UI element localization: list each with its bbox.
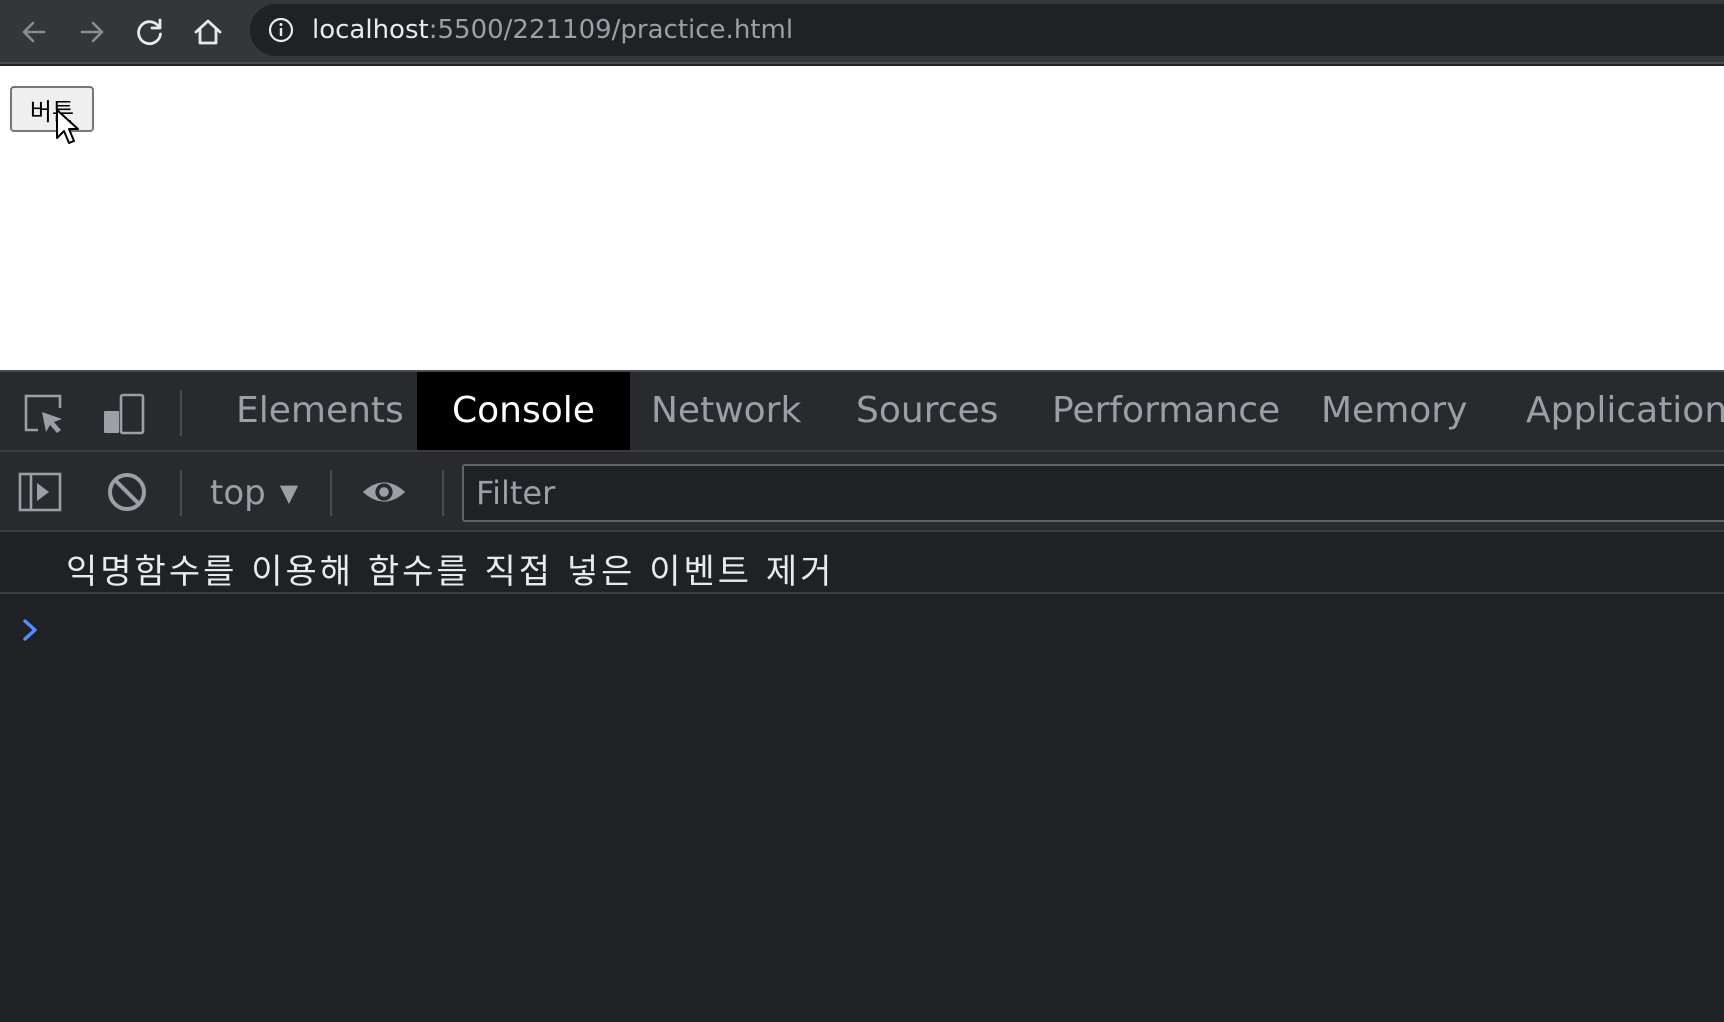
forward-button[interactable] — [70, 12, 114, 52]
device-toolbar-button[interactable] — [100, 392, 148, 436]
address-bar[interactable]: localhost:5500/221109/practice.html — [250, 4, 1724, 56]
browser-toolbar: localhost:5500/221109/practice.html — [0, 0, 1724, 64]
tab-application[interactable]: Application — [1491, 372, 1724, 450]
context-selector[interactable]: top ▼ — [210, 470, 298, 516]
back-arrow-icon — [22, 21, 46, 43]
inspect-element-icon — [24, 394, 62, 433]
home-button[interactable] — [186, 12, 230, 52]
clear-console-icon — [108, 473, 146, 511]
live-expression-button[interactable] — [360, 470, 408, 514]
devtools-panel: Elements Console Network Sources Perform… — [0, 370, 1724, 1022]
mouse-cursor-icon — [56, 109, 79, 144]
home-icon — [194, 19, 222, 45]
reload-button[interactable] — [128, 12, 172, 52]
inspect-element-button[interactable] — [20, 392, 68, 436]
console-filter-input[interactable] — [462, 464, 1724, 522]
tab-sources[interactable]: Sources — [821, 372, 1033, 450]
console-prompt-icon[interactable] — [20, 615, 42, 645]
context-label: top — [210, 473, 266, 513]
reload-icon — [137, 18, 162, 46]
tab-network[interactable]: Network — [616, 372, 836, 450]
devtools-tab-bar: Elements Console Network Sources Perform… — [0, 372, 1724, 452]
console-message-text: 익명함수를 이용해 함수를 직접 넣은 이벤트 제거 — [66, 552, 835, 592]
console-message: 익명함수를 이용해 함수를 직접 넣은 이벤트 제거 — [0, 534, 1724, 594]
toolbar-divider — [180, 470, 182, 516]
device-toolbar-icon — [104, 393, 145, 435]
forward-arrow-icon — [80, 21, 104, 43]
show-sidebar-button[interactable] — [16, 470, 64, 514]
sidebar-toggle-icon — [18, 472, 62, 512]
page-button[interactable]: 버튼 — [10, 86, 94, 132]
back-button[interactable] — [12, 12, 56, 52]
url-path: :5500/221109/practice.html — [428, 15, 794, 45]
info-icon[interactable] — [268, 17, 294, 43]
tab-console[interactable]: Console — [417, 372, 630, 450]
tab-elements[interactable]: Elements — [201, 372, 439, 450]
toolbar-divider — [180, 390, 182, 436]
toolbar-divider — [330, 470, 332, 516]
url-text: localhost:5500/221109/practice.html — [312, 16, 793, 44]
page-viewport: 버튼 — [0, 66, 1724, 370]
tab-performance[interactable]: Performance — [1017, 372, 1315, 450]
url-host: localhost — [312, 15, 429, 45]
toolbar-divider — [442, 470, 444, 516]
dropdown-caret-icon: ▼ — [279, 479, 299, 507]
tab-memory[interactable]: Memory — [1286, 372, 1502, 450]
eye-icon — [362, 482, 406, 502]
clear-console-button[interactable] — [103, 470, 151, 514]
